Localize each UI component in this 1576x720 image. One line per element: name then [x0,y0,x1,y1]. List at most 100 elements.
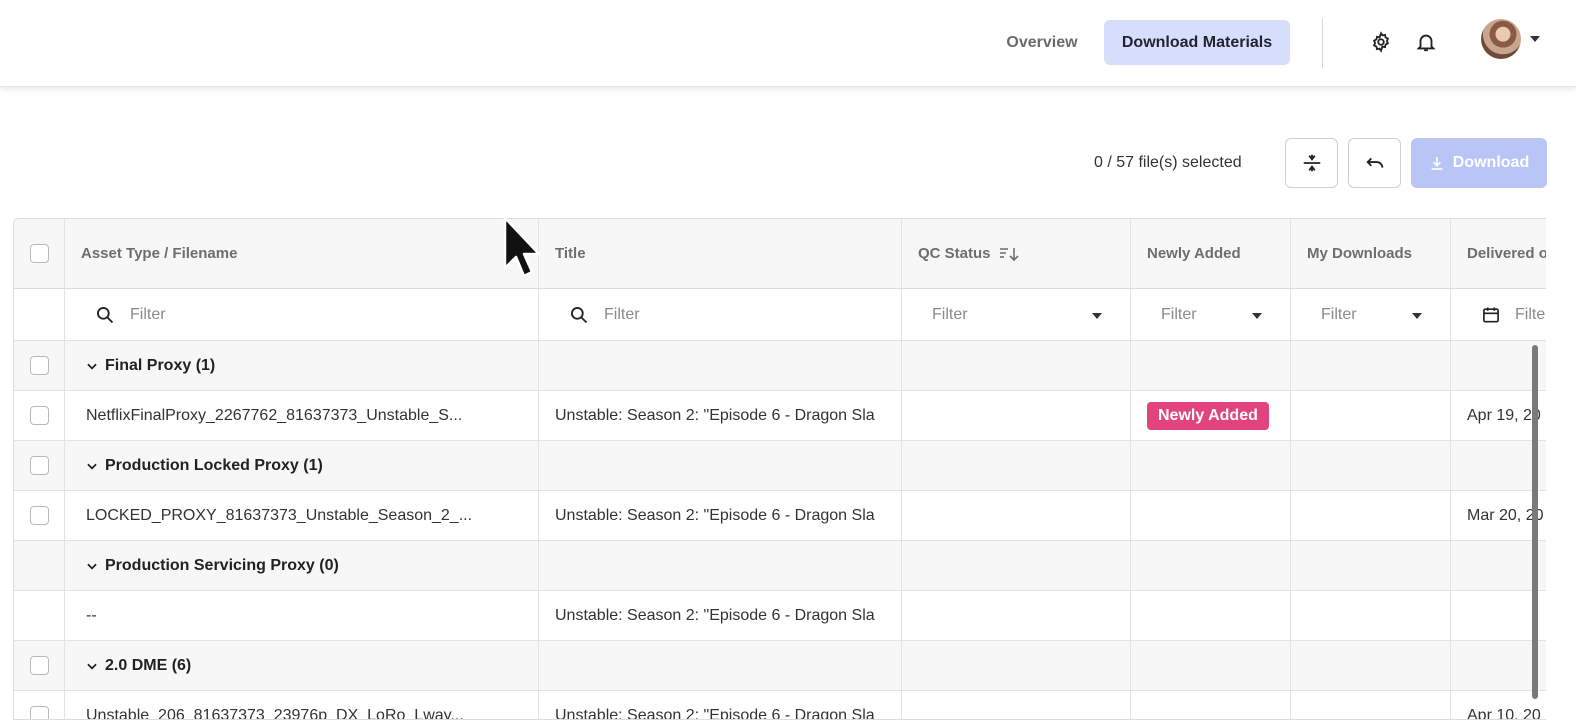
filename-text: NetflixFinalProxy_2267762_81637373_Unsta… [86,406,463,424]
column-header-label: QC Status [918,245,991,262]
my-downloads-cell [1291,691,1451,719]
delivered-text: Apr 10, 20 [1467,706,1541,720]
undo-icon [1365,157,1383,168]
filter-placeholder: Filter [130,305,166,323]
row-checkbox[interactable] [29,456,49,475]
newly-added-cell [1131,491,1291,540]
table-row[interactable]: NetflixFinalProxy_2267762_81637373_Unsta… [14,391,1546,441]
avatar-dropdown-caret-icon[interactable] [1530,36,1540,42]
row-checkbox[interactable] [29,506,49,525]
title-text: Unstable: Season 2: "Episode 6 - Dragon … [555,606,875,624]
filename-cell: -- [65,591,539,640]
table-row[interactable]: Unstable_206_81637373_23976p_DX_LoRo_Lwa… [14,691,1546,720]
delivered-text: Apr 19, 20 [1467,406,1541,424]
delivered-date-filter[interactable]: Filte [1451,289,1546,340]
my-downloads-cell [1291,491,1451,540]
row-checkbox[interactable] [29,706,49,719]
qc-status-filter-select[interactable]: Filter [902,289,1131,340]
group-row[interactable]: Production Locked Proxy (1) [14,441,1546,491]
group-label: Final Proxy (1) [105,356,216,374]
row-select-cell [14,391,65,440]
column-header-delivered[interactable]: Delivered o [1451,219,1546,288]
mouse-cursor-icon [503,216,541,278]
group-row[interactable]: 2.0 DME (6) [14,641,1546,691]
undo-button[interactable] [1348,138,1401,188]
group-cell: Production Servicing Proxy (0) [65,541,539,590]
filter-empty-cell [14,289,65,340]
empty-cell [902,541,1131,590]
row-select-cell [14,341,65,390]
collapse-icon [1303,154,1320,172]
group-toggle[interactable]: 2.0 DME (6) [81,657,191,675]
chevron-down-icon [87,463,97,470]
filename-text: -- [86,606,97,624]
search-icon [571,306,588,323]
notification-bell-icon[interactable] [1413,29,1439,55]
group-row[interactable]: Production Servicing Proxy (0) [14,541,1546,591]
download-button[interactable]: Download [1411,138,1547,188]
column-header-label: My Downloads [1307,245,1413,262]
column-header-label: Asset Type / Filename [81,245,238,262]
search-icon [97,306,114,323]
filename-cell: NetflixFinalProxy_2267762_81637373_Unsta… [65,391,539,440]
row-select-cell [14,641,65,690]
settings-gear-icon[interactable] [1368,29,1394,55]
group-toggle[interactable]: Production Servicing Proxy (0) [81,557,339,575]
title-cell: Unstable: Season 2: "Episode 6 - Dragon … [539,591,902,640]
title-filter-input[interactable]: Filter [539,289,902,340]
newly-added-badge: Newly Added [1147,401,1269,430]
row-checkbox[interactable] [29,656,49,675]
empty-cell [902,441,1131,490]
user-avatar[interactable] [1481,19,1521,59]
column-header-title[interactable]: Title [539,219,902,288]
filter-placeholder: Filter [932,305,968,323]
row-select-cell [14,491,65,540]
nav-tab-download-materials[interactable]: Download Materials [1104,20,1290,65]
column-header-label: Delivered o [1467,245,1546,262]
group-row[interactable]: Final Proxy (1) [14,341,1546,391]
qc-status-cell [902,391,1131,440]
download-button-label: Download [1452,154,1530,171]
row-checkbox[interactable] [29,356,49,375]
filename-text: Unstable_206_81637373_23976p_DX_LoRo_Lwa… [86,706,464,720]
group-toggle[interactable]: Final Proxy (1) [81,357,215,375]
sort-descending-icon[interactable] [999,246,1021,262]
qc-status-cell [902,591,1131,640]
title-cell: Unstable: Season 2: "Episode 6 - Dragon … [539,491,902,540]
column-header-newly-added[interactable]: Newly Added [1131,219,1291,288]
table-header-row: Asset Type / Filename Title QC Status Ne… [14,219,1546,289]
filter-placeholder: Filter [1321,305,1357,323]
title-cell: Unstable: Season 2: "Episode 6 - Dragon … [539,691,902,720]
newly-added-filter-select[interactable]: Filter [1131,289,1291,340]
my-downloads-filter-select[interactable]: Filter [1291,289,1451,340]
table-row[interactable]: -- Unstable: Season 2: "Episode 6 - Drag… [14,591,1546,641]
empty-cell [539,541,902,590]
empty-cell [1291,641,1451,690]
filter-placeholder: Filter [1161,305,1197,323]
empty-cell [1291,441,1451,490]
row-select-cell [14,591,65,640]
chevron-down-icon [87,563,97,570]
filter-placeholder: Filter [604,305,640,323]
empty-cell [902,341,1131,390]
filename-filter-input[interactable]: Filter [65,289,539,340]
title-text: Unstable: Season 2: "Episode 6 - Dragon … [555,506,875,524]
chevron-down-icon [1252,313,1262,319]
column-header-filename[interactable]: Asset Type / Filename [65,219,539,288]
title-text: Unstable: Season 2: "Episode 6 - Dragon … [555,706,875,720]
column-header-qc-status[interactable]: QC Status [902,219,1131,288]
select-all-checkbox[interactable] [29,244,49,263]
collapse-all-button[interactable] [1285,138,1338,188]
table-row[interactable]: LOCKED_PROXY_81637373_Unstable_Season_2_… [14,491,1546,541]
group-label: Production Servicing Proxy (0) [105,556,339,574]
filename-cell: LOCKED_PROXY_81637373_Unstable_Season_2_… [65,491,539,540]
nav-tab-overview[interactable]: Overview [990,20,1094,65]
column-header-label: Title [555,245,586,262]
row-checkbox[interactable] [29,406,49,425]
newly-added-cell: Newly Added [1131,391,1291,440]
vertical-scrollbar[interactable] [1532,345,1538,699]
group-toggle[interactable]: Production Locked Proxy (1) [81,457,323,475]
empty-cell [1291,541,1451,590]
newly-added-cell [1131,591,1291,640]
column-header-my-downloads[interactable]: My Downloads [1291,219,1451,288]
